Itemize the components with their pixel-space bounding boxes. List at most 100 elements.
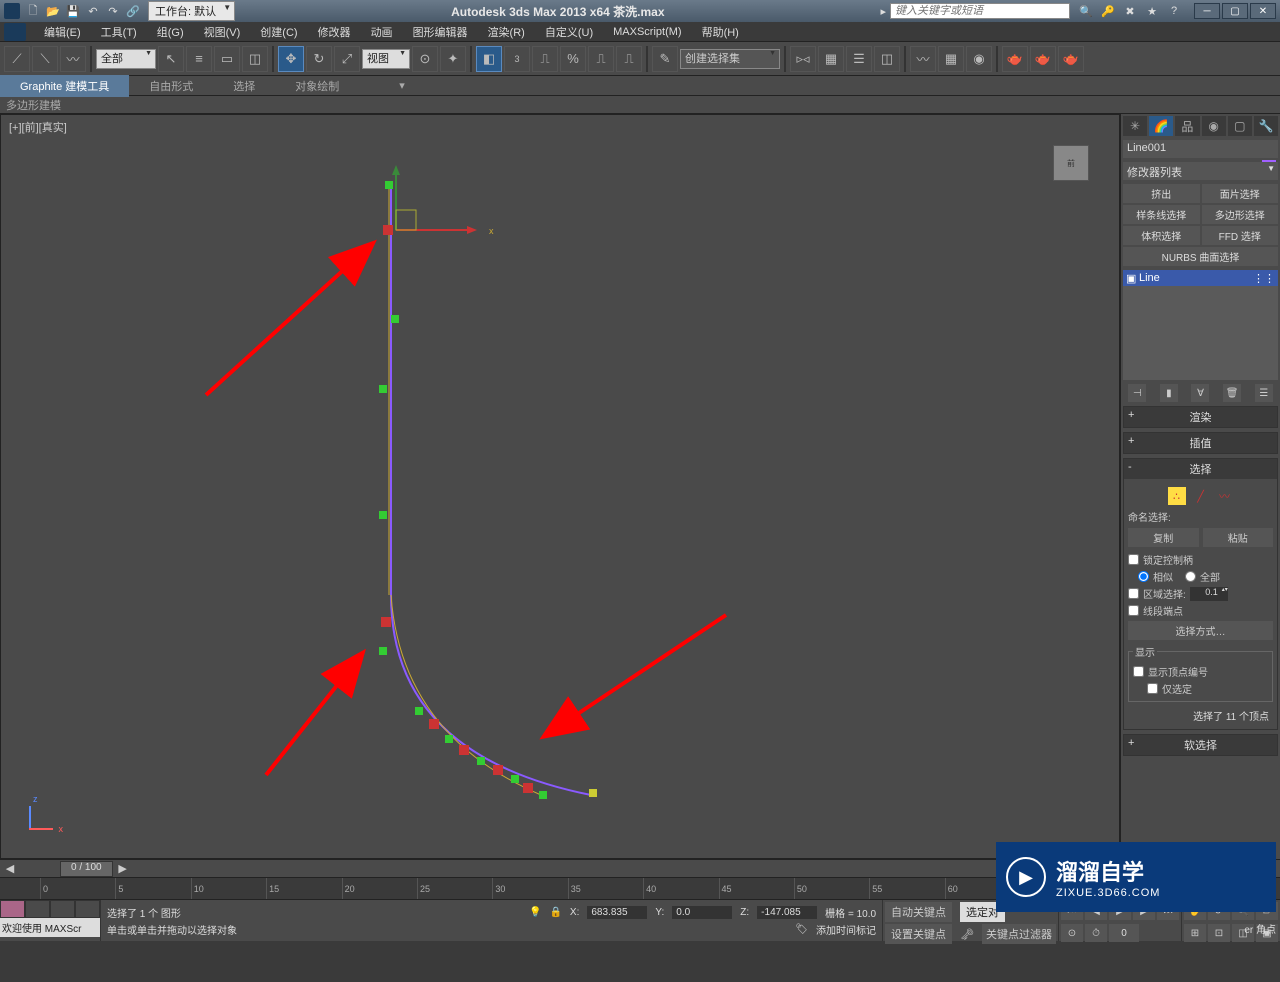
key-icon[interactable]: 🔑 [1100, 3, 1116, 19]
render-setup-icon[interactable]: 🫖 [1002, 46, 1028, 72]
window-crossing-icon[interactable]: ◫ [242, 46, 268, 72]
rollout-render-header[interactable]: 渲染 [1124, 407, 1277, 427]
time-next-icon[interactable]: ▶ [113, 862, 133, 875]
help-icon[interactable]: ? [1166, 3, 1182, 19]
radio-similar[interactable] [1138, 571, 1149, 582]
minimize-button[interactable]: ─ [1194, 3, 1220, 19]
spinner-snap-icon[interactable]: % [560, 46, 586, 72]
remove-modifier-icon[interactable]: 🗑 [1223, 384, 1241, 402]
menu-help[interactable]: 帮助(H) [692, 22, 749, 42]
swatch-3[interactable] [50, 900, 75, 918]
rollout-softsel-header[interactable]: 软选择 [1124, 735, 1277, 755]
workspace-dropdown[interactable]: 工作台: 默认 [148, 1, 235, 21]
angle-snap-icon[interactable]: 3 [504, 46, 530, 72]
snap-grid-icon[interactable]: ⎍ [616, 46, 642, 72]
binoculars-icon[interactable]: 🔍 [1078, 3, 1094, 19]
layer-manager-icon[interactable]: ◫ [874, 46, 900, 72]
modifier-stack[interactable]: Line [1123, 270, 1278, 380]
menu-tools[interactable]: 工具(T) [91, 22, 147, 42]
lock-handles-checkbox[interactable] [1128, 554, 1139, 565]
coord-z-field[interactable]: -147.085 [757, 906, 817, 919]
select-region-rect-icon[interactable]: ▭ [214, 46, 240, 72]
modify-tab-icon[interactable]: 🌈 [1149, 116, 1173, 136]
key-mode-icon[interactable]: ⊙ [1061, 924, 1083, 942]
spline-level-icon[interactable]: 〰 [1216, 487, 1234, 505]
menu-create[interactable]: 创建(C) [250, 22, 307, 42]
pin-stack-icon[interactable]: ⊣ [1128, 384, 1146, 402]
close-button[interactable]: ✕ [1250, 3, 1276, 19]
star-icon[interactable]: ★ [1144, 3, 1160, 19]
menu-modifiers[interactable]: 修改器 [308, 22, 361, 42]
help-search-input[interactable] [890, 3, 1070, 19]
move-icon[interactable]: ✥ [278, 46, 304, 72]
mod-spline-select-button[interactable]: 样条线选择 [1123, 205, 1200, 224]
undo-icon[interactable]: ↶ [84, 2, 102, 20]
menu-rendering[interactable]: 渲染(R) [478, 22, 535, 42]
rotate-icon[interactable]: ↻ [306, 46, 332, 72]
bind-space-warp-icon[interactable]: 〰 [60, 46, 86, 72]
set-key-button[interactable]: 设置关键点 [885, 924, 952, 944]
make-unique-icon[interactable]: ∀ [1191, 384, 1209, 402]
paste-button[interactable]: 粘贴 [1203, 528, 1274, 547]
curve-editor-icon[interactable]: 〰 [910, 46, 936, 72]
ribbon-tab-selection[interactable]: 选择 [213, 75, 275, 97]
new-icon[interactable]: 🗋 [24, 2, 42, 20]
snap-options-icon[interactable]: ⎍ [588, 46, 614, 72]
mod-ffd-select-button[interactable]: FFD 选择 [1202, 226, 1279, 245]
maxscript-listener[interactable]: 欢迎使用 MAXScr [0, 918, 100, 937]
area-select-checkbox[interactable] [1128, 588, 1139, 599]
swatch-4[interactable] [75, 900, 100, 918]
display-tab-icon[interactable]: ▢ [1228, 116, 1252, 136]
time-tag-icon[interactable]: 🏷 [795, 924, 808, 935]
scale-icon[interactable]: ⤢ [334, 46, 360, 72]
redo-icon[interactable]: ↷ [104, 2, 122, 20]
swatch-1[interactable] [0, 900, 25, 918]
object-name-field[interactable]: Line001 [1123, 140, 1278, 158]
mod-extrude-button[interactable]: 挤出 [1123, 184, 1200, 203]
manipulate-icon[interactable]: ✦ [440, 46, 466, 72]
zoom-extents-icon[interactable]: ⊡ [1208, 924, 1230, 942]
percent-snap-icon[interactable]: ⎍ [532, 46, 558, 72]
schematic-view-icon[interactable]: ▦ [938, 46, 964, 72]
copy-button[interactable]: 复制 [1128, 528, 1199, 547]
radio-all[interactable] [1185, 571, 1196, 582]
menu-customize[interactable]: 自定义(U) [535, 22, 603, 42]
ribbon-expand-icon[interactable]: ▾ [379, 76, 425, 95]
stack-item-line[interactable]: Line [1123, 270, 1278, 286]
open-icon[interactable]: 📂 [44, 2, 62, 20]
configure-sets-icon[interactable]: ☰ [1255, 384, 1273, 402]
named-selection-dropdown[interactable]: 创建选择集 [680, 49, 780, 69]
zoom-all-icon[interactable]: ⊞ [1184, 924, 1206, 942]
modifier-list-dropdown[interactable]: 修改器列表 [1123, 162, 1278, 180]
add-time-tag[interactable]: 添加时间标记 [816, 922, 876, 937]
segment-end-checkbox[interactable] [1128, 605, 1139, 616]
ribbon-tab-graphite[interactable]: Graphite 建模工具 [0, 75, 129, 97]
create-tab-icon[interactable]: ✳ [1123, 116, 1147, 136]
mod-vol-select-button[interactable]: 体积选择 [1123, 226, 1200, 245]
select-by-button[interactable]: 选择方式… [1128, 621, 1273, 640]
app-menu-icon[interactable] [4, 23, 26, 41]
show-vertex-num-checkbox[interactable] [1133, 666, 1144, 677]
mod-poly-select-button[interactable]: 多边形选择 [1202, 205, 1279, 224]
render-frame-icon[interactable]: 🫖 [1030, 46, 1056, 72]
save-icon[interactable]: 💾 [64, 2, 82, 20]
motion-tab-icon[interactable]: ◉ [1202, 116, 1226, 136]
search-icon[interactable]: ▸ [880, 5, 886, 18]
time-config-icon[interactable]: ◀ [0, 862, 20, 875]
menu-graph-editors[interactable]: 图形编辑器 [403, 22, 478, 42]
selection-filter-dropdown[interactable]: 全部 [96, 49, 156, 69]
lock-icon[interactable]: 💡 [529, 907, 541, 918]
menu-edit[interactable]: 编辑(E) [34, 22, 91, 42]
ribbon-tab-paint[interactable]: 对象绘制 [275, 75, 359, 97]
mirror-icon[interactable]: ▹◃ [790, 46, 816, 72]
mod-patch-select-button[interactable]: 面片选择 [1202, 184, 1279, 203]
coord-y-field[interactable]: 0.0 [672, 906, 732, 919]
edit-named-sel-icon[interactable]: ✎ [652, 46, 678, 72]
key-filters-button[interactable]: 关键点过滤器 [982, 924, 1056, 944]
select-link-icon[interactable]: ⟋ [4, 46, 30, 72]
mod-nurbs-select-button[interactable]: NURBS 曲面选择 [1123, 247, 1278, 266]
menu-maxscript[interactable]: MAXScript(M) [603, 24, 691, 40]
show-end-result-icon[interactable]: ▮ [1160, 384, 1178, 402]
menu-animation[interactable]: 动画 [361, 22, 403, 42]
auto-key-button[interactable]: 自动关键点 [885, 902, 952, 922]
